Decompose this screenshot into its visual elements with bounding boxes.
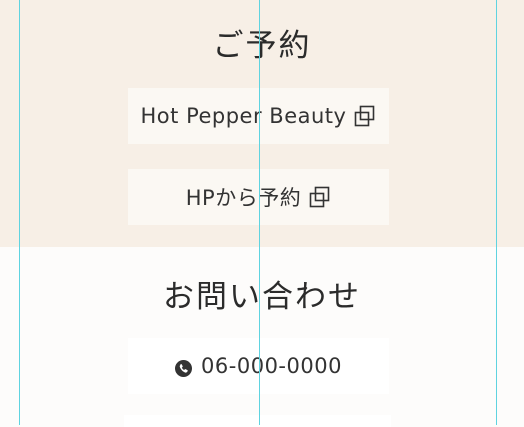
hp-reserve-label: HPから予約 <box>185 186 302 210</box>
phone-number: 06-000-0000 <box>201 354 342 378</box>
reserve-title: ご予約 <box>212 28 312 64</box>
guide-line-center <box>259 0 260 425</box>
phone-icon <box>175 358 193 377</box>
external-link-icon <box>309 186 331 208</box>
external-link-icon <box>354 105 376 127</box>
guide-line-left <box>19 0 20 425</box>
hotpepper-beauty-label: Hot Pepper Beauty <box>140 104 347 128</box>
reserve-section: ご予約 Hot Pepper Beauty HPから予約 <box>0 0 524 247</box>
contact-button-partial[interactable] <box>124 415 391 427</box>
contact-title: お問い合わせ <box>163 279 361 315</box>
contact-section: お問い合わせ 06-000-0000 <box>0 247 524 427</box>
guide-line-right <box>496 0 497 425</box>
